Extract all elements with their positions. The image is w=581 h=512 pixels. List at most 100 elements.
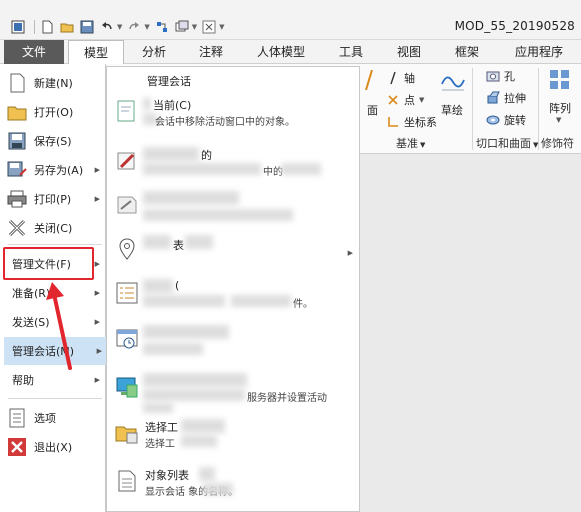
submenu-item-select-tool[interactable]: 选择工 选择工 [107, 417, 359, 457]
submenu-item-erase-current[interactable]: 当前(C) 会话中移除活动窗口中的对象。 [107, 95, 359, 135]
menu-new[interactable]: 新建(N) [6, 68, 104, 97]
rotate-label: 旋转 [504, 114, 526, 127]
submenu-item-erase-not-displayed[interactable]: 的 中的 [107, 145, 359, 185]
tab-tools[interactable]: 工具 [326, 40, 376, 64]
group-datum[interactable]: 基准 ▼ [396, 135, 425, 151]
open-folder-icon [6, 101, 28, 123]
server-monitor-icon [116, 377, 138, 398]
axis-label: 轴 [404, 72, 415, 85]
tab-annotation[interactable]: 注释 [186, 40, 236, 64]
menu-options[interactable]: 选项 [6, 403, 104, 432]
redo-icon[interactable] [126, 19, 142, 35]
menu-save[interactable]: 保存(S) [6, 126, 104, 155]
submenu-arrow-icon: ▶ [96, 347, 102, 355]
tab-frame[interactable]: 框架 [442, 40, 492, 64]
new-file-icon [6, 72, 28, 94]
redo-dropdown-icon[interactable]: ▼ [144, 23, 149, 31]
menu-exit[interactable]: 退出(X) [6, 432, 104, 461]
blur-mask [143, 163, 261, 175]
blur-mask [143, 279, 173, 293]
blur-mask [143, 98, 151, 110]
rotate-tool[interactable]: 旋转 [486, 112, 526, 128]
blur-mask [199, 467, 215, 481]
window-clock-icon [116, 329, 138, 349]
blur-mask [143, 147, 199, 161]
plane-tool[interactable] [362, 70, 376, 90]
blur-mask [143, 373, 247, 387]
highlight-box [3, 247, 94, 280]
submenu-item-7[interactable]: 服务器并设置活动 [107, 371, 359, 413]
submenu-item-object-list[interactable]: 对象列表 显示会话 象的名称。 [107, 465, 359, 505]
undo-icon[interactable] [99, 19, 115, 35]
array-tool[interactable] [548, 68, 572, 92]
blur-mask [143, 325, 229, 339]
menu-print[interactable]: 打印(P) ▶ [6, 184, 104, 213]
blur-mask [143, 295, 225, 307]
close-window-icon[interactable] [201, 19, 217, 35]
blur-mask [143, 209, 293, 221]
tab-model[interactable]: 模型 [68, 40, 124, 65]
folder-tool-icon [115, 426, 138, 444]
sketch-icon [441, 76, 465, 91]
array-dropdown-icon[interactable]: ▼ [556, 116, 561, 124]
menu-close[interactable]: 关闭(C) [6, 213, 104, 242]
regenerate-icon[interactable] [154, 19, 170, 35]
stretch-icon [487, 91, 500, 104]
qa-separator [34, 20, 35, 34]
menu-save-as[interactable]: 另存为(A) ▶ [6, 155, 104, 184]
tab-file[interactable]: 文件 [4, 40, 64, 64]
hole-icon [486, 71, 500, 82]
submenu-arrow-icon: ▶ [94, 289, 100, 297]
array-icon [550, 70, 569, 89]
new-icon[interactable] [39, 19, 55, 35]
document-edit-icon [117, 196, 137, 214]
hole-tool[interactable]: 孔 [486, 68, 515, 84]
stretch-tool[interactable]: 拉伸 [486, 90, 526, 106]
quick-access-toolbar: ▼ ▼ ▼ ▼ [10, 18, 229, 36]
undo-dropdown-icon[interactable]: ▼ [117, 23, 122, 31]
tab-analysis[interactable]: 分析 [130, 40, 178, 64]
submenu-item-6[interactable] [107, 323, 359, 363]
graphics-workspace[interactable] [360, 154, 581, 512]
coord-tool[interactable]: 坐标系 [386, 114, 437, 130]
open-icon[interactable] [59, 19, 75, 35]
title-bar: ▼ ▼ ▼ ▼ MOD_55_20190528 [0, 0, 581, 40]
erase-current-icon [117, 100, 135, 122]
submenu-item-5[interactable]: ( 件。 [107, 277, 359, 317]
menu-separator [8, 244, 102, 245]
hole-label: 孔 [504, 70, 515, 83]
axis-icon [390, 71, 396, 85]
window-icon[interactable] [10, 19, 26, 35]
list-icon [116, 282, 138, 304]
tab-view[interactable]: 视图 [384, 40, 434, 64]
sketch-tool[interactable] [440, 70, 466, 94]
submenu-item-4[interactable]: 表 ▶ [107, 233, 359, 273]
annotation-arrow-icon [46, 282, 72, 370]
blur-mask [143, 343, 203, 355]
window-switch-icon[interactable] [174, 19, 190, 35]
submenu-header: 管理会话 [147, 75, 191, 88]
point-dropdown-icon[interactable]: ▼ [419, 96, 424, 104]
plane-icon [365, 70, 373, 90]
window-dropdown-icon[interactable]: ▼ [192, 23, 197, 31]
point-tool[interactable]: 点 ▼ [386, 92, 424, 108]
menu-open[interactable]: 打开(O) [6, 97, 104, 126]
stretch-label: 拉伸 [504, 92, 526, 105]
tab-human-model[interactable]: 人体模型 [244, 40, 318, 64]
axis-tool[interactable]: 轴 [386, 70, 415, 86]
save-icon[interactable] [79, 19, 95, 35]
blur-mask [143, 191, 239, 205]
coord-label: 坐标系 [404, 116, 437, 129]
plane-label: 面 [367, 104, 378, 117]
group-cut-surface[interactable]: 切口和曲面 ▼ [476, 135, 538, 151]
tab-applications[interactable]: 应用程序 [500, 40, 578, 64]
submenu-arrow-icon: ▶ [94, 260, 100, 268]
menu-separator [8, 398, 102, 399]
submenu-arrow-icon: ▶ [94, 194, 100, 203]
blur-mask [231, 295, 291, 307]
qa-customize-icon[interactable]: ▼ [219, 23, 224, 31]
blur-mask [181, 419, 225, 433]
options-icon [6, 407, 28, 429]
submenu-item-3[interactable] [107, 189, 359, 229]
printer-icon [6, 188, 28, 210]
